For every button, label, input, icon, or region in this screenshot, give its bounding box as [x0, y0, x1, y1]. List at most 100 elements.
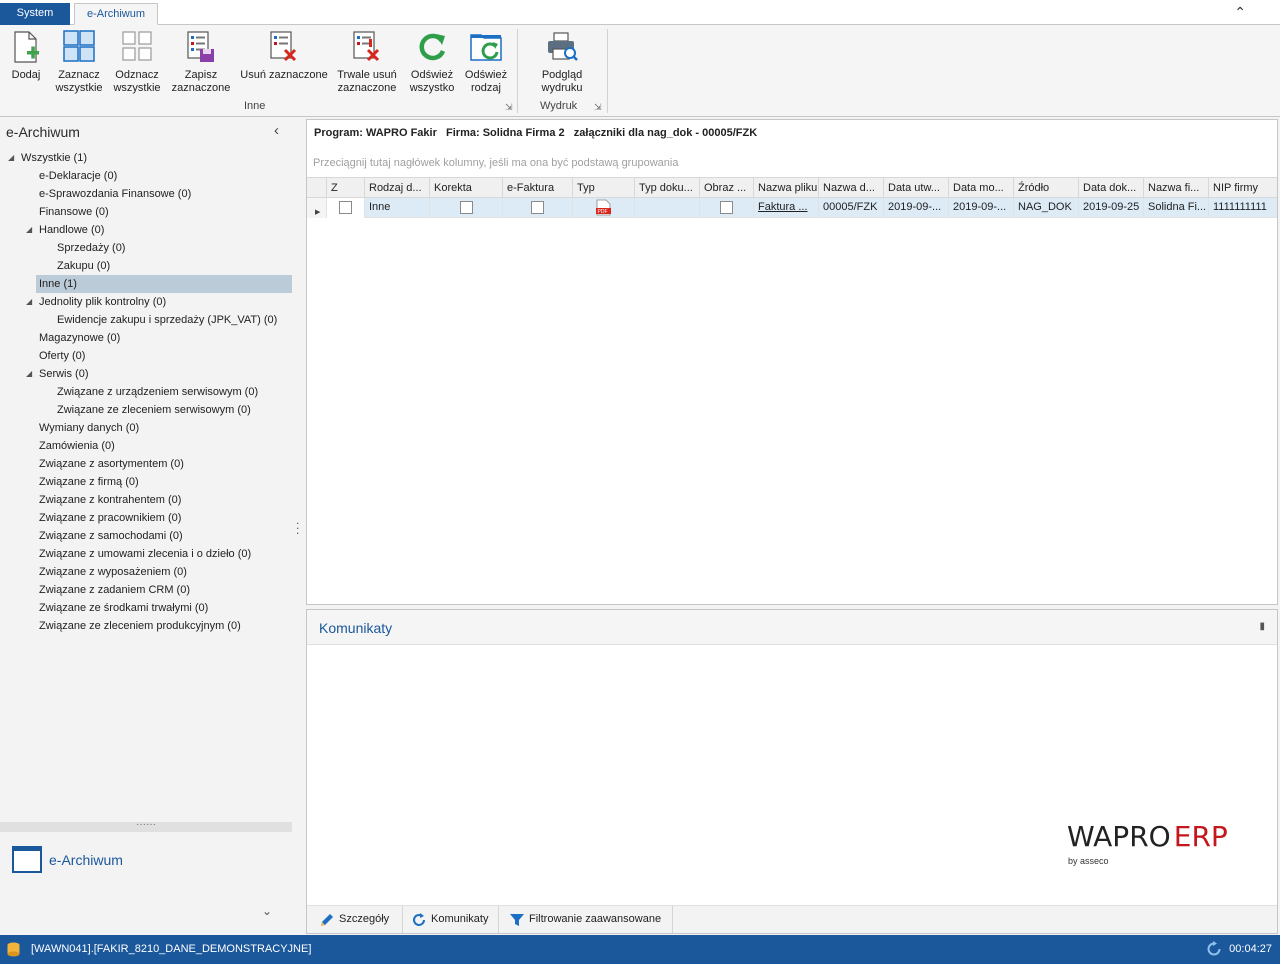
cell-z[interactable] — [327, 198, 365, 218]
tree-node[interactable]: Związane z umowami zlecenia i o dzieło (… — [39, 545, 251, 563]
deselect-all-button[interactable]: Odznacz wszystkie — [112, 29, 162, 95]
print-preview-label-1: Podgląd — [541, 69, 583, 81]
tree-expanded-icon[interactable]: ◢ — [26, 369, 32, 378]
column-header[interactable]: Data utw... — [884, 178, 949, 198]
column-header[interactable]: Nazwa pliku — [754, 178, 819, 198]
navigation-splitter[interactable]: ······ — [0, 820, 292, 832]
tree-node[interactable]: Wszystkie (1) — [21, 149, 87, 167]
column-header[interactable]: Źródło — [1014, 178, 1079, 198]
tab-system[interactable]: System — [0, 3, 70, 25]
pdf-icon: PDF — [596, 199, 611, 216]
column-header[interactable]: Nazwa fi... — [1144, 178, 1209, 198]
save-selected-label-1: Zapisz — [184, 69, 218, 81]
cell-nazwa-firmy: Solidna Fi... — [1144, 198, 1209, 218]
refresh-all-button[interactable]: Odśwież wszystko — [406, 29, 458, 95]
tree-node[interactable]: Związane z wyposażeniem (0) — [39, 563, 187, 581]
column-header[interactable]: Data dok... — [1079, 178, 1144, 198]
ribbon-tab-bar: System e-Archiwum ⌃ — [0, 0, 1280, 25]
tree-node[interactable]: Związane ze środkami trwałymi (0) — [39, 599, 208, 617]
print-preview-button[interactable]: Podgląd wydruku — [532, 29, 592, 95]
group-by-area[interactable]: Przeciągnij tutaj nagłówek kolumny, jeśl… — [313, 157, 678, 169]
tab-e-archiwum[interactable]: e-Archiwum — [74, 3, 158, 25]
save-selected-button[interactable]: Zapisz zaznaczone — [170, 29, 232, 95]
tree-node[interactable]: Sprzedaży (0) — [57, 239, 125, 257]
tree-node[interactable]: Finansowe (0) — [39, 203, 109, 221]
tree-node[interactable]: Ewidencje zakupu i sprzedaży (JPK_VAT) (… — [57, 311, 277, 329]
refresh-all-label-2: wszystko — [409, 82, 455, 94]
collapse-panel-icon[interactable]: ‹ — [274, 122, 279, 139]
pencil-icon — [321, 914, 333, 926]
tree-node[interactable]: Jednolity plik kontrolny (0) — [39, 293, 166, 311]
tree-node[interactable]: Związane z urządzeniem serwisowym (0) — [57, 383, 258, 401]
column-header[interactable]: Rodzaj d... — [365, 178, 430, 198]
column-header[interactable]: Typ doku... — [635, 178, 700, 198]
table-row[interactable]: ▶ Inne PDF Faktura ... 00005/FZK 2019-09… — [307, 198, 1277, 218]
messages-button[interactable]: Komunikaty — [405, 906, 499, 933]
panel-splitter-handle[interactable]: ... — [296, 514, 300, 536]
messages-panel: Komunikaty ▮ WAPRO ERP by asseco Szczegó… — [306, 609, 1278, 934]
cell-zrodlo: NAG_DOK — [1014, 198, 1079, 218]
add-button[interactable]: Dodaj — [6, 29, 46, 82]
row-indicator-header — [307, 178, 327, 198]
tree-node[interactable]: Związane z asortymentem (0) — [39, 455, 184, 473]
ribbon: Dodaj Zaznacz wszystkie Odznacz wszystki… — [0, 25, 1280, 117]
collapse-ribbon-icon[interactable]: ⌃ — [1234, 4, 1246, 21]
details-button[interactable]: Szczegóły — [313, 906, 403, 933]
tree-node[interactable]: e-Sprawozdania Finansowe (0) — [39, 185, 191, 203]
tree-node[interactable]: Związane z pracownikiem (0) — [39, 509, 181, 527]
column-header[interactable]: Z — [327, 178, 365, 198]
column-header[interactable]: Nazwa d... — [819, 178, 884, 198]
column-header[interactable]: Korekta — [430, 178, 503, 198]
tree-expanded-icon[interactable]: ◢ — [26, 225, 32, 234]
permanently-delete-button[interactable]: Trwale usuń zaznaczone — [334, 29, 400, 95]
grid-caption: Program: WAPRO Fakir Firma: Solidna Firm… — [314, 127, 758, 139]
connection-info: [WAWN041].[FAKIR_8210_DANE_DEMONSTRACYJN… — [31, 943, 312, 955]
tree-node[interactable]: Związane z firmą (0) — [39, 473, 139, 491]
ribbon-separator — [607, 29, 608, 113]
select-all-button[interactable]: Zaznacz wszystkie — [54, 29, 104, 95]
add-document-icon — [9, 29, 43, 65]
group-launcher-inne-icon[interactable]: ⇲ — [505, 102, 513, 113]
tree-node[interactable]: Związane ze zleceniem produkcyjnym (0) — [39, 617, 241, 635]
tree-node-selected[interactable]: Inne (1) — [36, 275, 292, 293]
tree-node[interactable]: Handlowe (0) — [39, 221, 104, 239]
tree-node[interactable]: Zakupu (0) — [57, 257, 110, 275]
pin-icon[interactable]: ▮ — [1259, 621, 1265, 632]
cell-nazwa-pliku-link[interactable]: Faktura ... — [754, 198, 819, 218]
tree-node[interactable]: Zamówienia (0) — [39, 437, 115, 455]
row-select-checkbox[interactable] — [339, 200, 352, 214]
tree-node[interactable]: Wymiany danych (0) — [39, 419, 139, 437]
tree-node[interactable]: Serwis (0) — [39, 365, 89, 383]
cell-obraz — [700, 198, 754, 218]
row-indicator[interactable]: ▶ — [307, 198, 327, 218]
cell-data-dokumentu: 2019-09-25 — [1079, 198, 1144, 218]
column-header[interactable]: NIP firmy — [1209, 178, 1277, 198]
column-header[interactable]: Typ — [573, 178, 635, 198]
tree-node[interactable]: Związane z zadaniem CRM (0) — [39, 581, 190, 599]
permanently-delete-label-2: zaznaczone — [337, 82, 397, 94]
navigation-panel-title: e-Archiwum — [6, 124, 80, 140]
tree-node[interactable]: Oferty (0) — [39, 347, 85, 365]
cell-nazwa-dokumentu: 00005/FZK — [819, 198, 884, 218]
nav-item-e-archiwum[interactable]: e-Archiwum — [12, 844, 292, 878]
delete-selected-icon — [267, 29, 301, 65]
column-header[interactable]: e-Faktura — [503, 178, 573, 198]
filter-icon — [510, 914, 524, 926]
refresh-type-button[interactable]: Odśwież rodzaj — [462, 29, 510, 95]
cell-korekta — [430, 198, 503, 218]
tree-expanded-icon[interactable]: ◢ — [26, 297, 32, 306]
column-header[interactable]: Obraz ... — [700, 178, 754, 198]
column-header[interactable]: Data mo... — [949, 178, 1014, 198]
advanced-filter-button[interactable]: Filtrowanie zaawansowane — [503, 906, 673, 933]
tree-expanded-icon[interactable]: ◢ — [8, 153, 14, 162]
tree-node[interactable]: Związane z kontrahentem (0) — [39, 491, 181, 509]
tree-node[interactable]: Związane z samochodami (0) — [39, 527, 183, 545]
delete-selected-button[interactable]: Usuń zaznaczone — [240, 29, 328, 82]
group-launcher-wydruk-icon[interactable]: ⇲ — [594, 102, 602, 113]
tree-node[interactable]: Magazynowe (0) — [39, 329, 120, 347]
chevron-down-icon[interactable]: ⌄ — [262, 904, 272, 918]
navigation-panel: e-Archiwum ‹ ◢ Wszystkie (1) e-Deklaracj… — [0, 118, 300, 934]
tree-node[interactable]: Związane ze zleceniem serwisowym (0) — [57, 401, 251, 419]
tree-node[interactable]: e-Deklaracje (0) — [39, 167, 117, 185]
nav-item-label: e-Archiwum — [49, 852, 123, 868]
